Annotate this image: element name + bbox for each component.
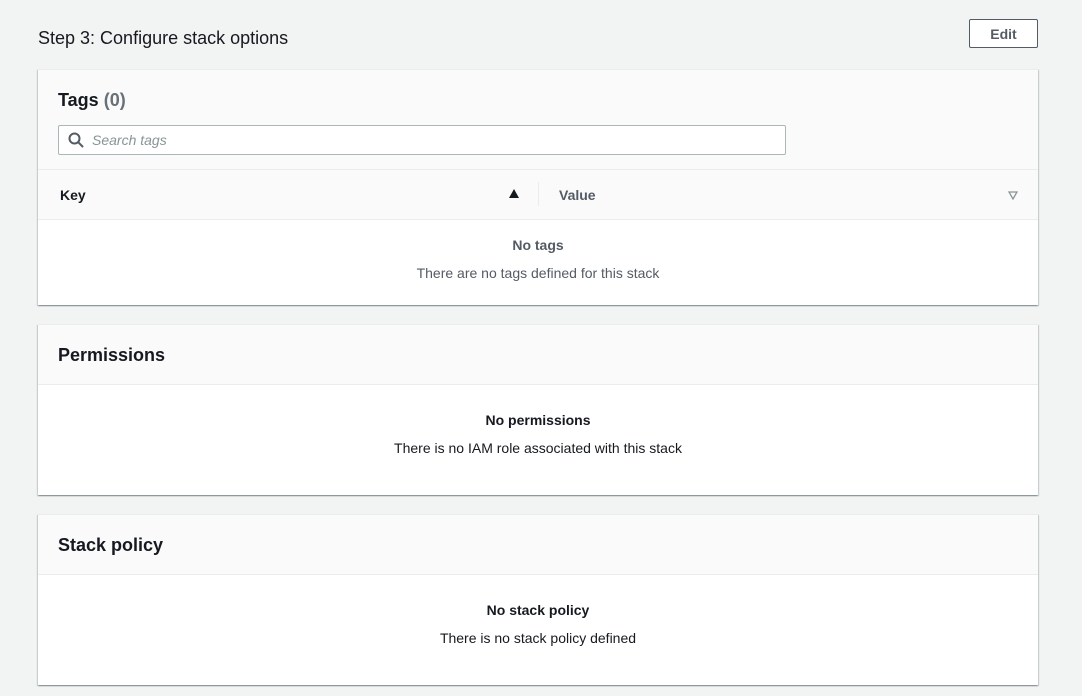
permissions-title: Permissions — [58, 345, 166, 365]
stack-policy-empty-description: There is no stack policy defined — [439, 630, 637, 646]
tags-empty-state: No tags There are no tags defined for th… — [38, 220, 1038, 281]
tags-panel-header: Tags (0) — [38, 70, 1038, 170]
permissions-panel-header: Permissions — [38, 325, 1038, 385]
sort-ascending-icon[interactable] — [509, 189, 519, 198]
stack-policy-empty-title: No stack policy — [486, 602, 590, 618]
column-header-value[interactable]: Value — [559, 187, 596, 203]
stack-policy-empty-state: No stack policy There is no stack policy… — [38, 575, 1038, 646]
column-divider[interactable] — [538, 182, 539, 206]
sort-descending-icon[interactable] — [1008, 190, 1018, 200]
tags-count: (0) — [103, 90, 126, 110]
permissions-panel: Permissions No permissions There is no I… — [38, 324, 1038, 495]
tags-title: Tags (0) — [58, 90, 126, 111]
permissions-empty-description: There is no IAM role associated with thi… — [394, 440, 682, 456]
tags-title-label: Tags — [58, 90, 99, 110]
tags-empty-description: There are no tags defined for this stack — [416, 265, 660, 281]
tags-search-input[interactable] — [92, 126, 772, 154]
permissions-empty-state: No permissions There is no IAM role asso… — [38, 385, 1038, 456]
step-title: Step 3: Configure stack options — [38, 28, 289, 48]
tags-empty-title: No tags — [512, 237, 564, 253]
search-icon — [68, 132, 84, 148]
tags-search-box[interactable] — [58, 125, 786, 155]
stack-policy-panel-header: Stack policy — [38, 515, 1038, 575]
permissions-empty-title: No permissions — [485, 412, 591, 428]
stack-policy-panel: Stack policy No stack policy There is no… — [38, 514, 1038, 685]
stack-policy-title: Stack policy — [58, 535, 164, 555]
column-header-key[interactable]: Key — [60, 187, 86, 203]
tags-panel: Tags (0) Key Value No tags There are no … — [38, 69, 1038, 305]
edit-button[interactable]: Edit — [969, 19, 1038, 48]
tags-table-header: Key Value — [38, 170, 1038, 220]
